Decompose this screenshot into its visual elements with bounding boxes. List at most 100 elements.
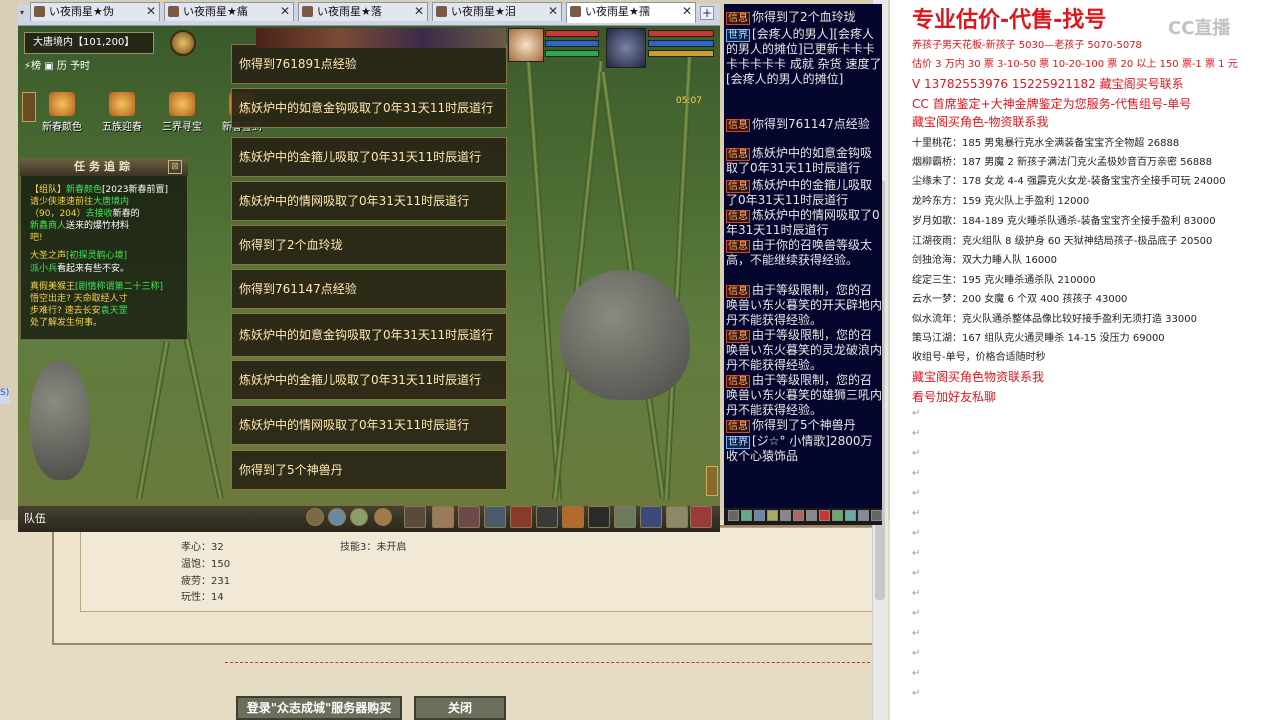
pet-icon[interactable] — [458, 506, 480, 528]
clear-icon[interactable] — [754, 510, 765, 521]
task-tracker-title: 任务追踪 — [20, 158, 188, 176]
func-treasure[interactable]: 三界寻宝 — [162, 92, 202, 133]
task-line[interactable]: 步难行? 速去长安袁天罡 — [30, 305, 188, 317]
tab-3[interactable]: い夜雨星★落 ✕ — [298, 2, 428, 21]
chat-channel-tag[interactable]: 世界 — [726, 436, 750, 449]
chat-message[interactable]: 世界 [会疼人的男人][会疼人的男人的摊位]已更新卡卡卡卡卡卡卡卡 成就 杂货 速… — [726, 27, 882, 87]
book-icon[interactable] — [640, 506, 662, 528]
chat-channel-tag[interactable]: 信息 — [726, 375, 750, 388]
task-line[interactable]: 真假美猴王[剧情称谓第二十三称] — [30, 281, 188, 293]
menu-row[interactable]: ⚡榜 ▣ 历 予时 — [24, 57, 184, 72]
party-icon[interactable] — [806, 510, 817, 521]
close-icon[interactable]: ✕ — [146, 3, 156, 20]
chat-channel-tag[interactable]: 信息 — [726, 420, 750, 433]
task-line[interactable]: 大圣之声[初探灵鹤心境] — [30, 250, 188, 262]
rank-icon[interactable] — [690, 506, 712, 528]
friend-icon[interactable] — [350, 508, 368, 526]
scroll-icon[interactable] — [666, 506, 688, 528]
task-text: 吧! — [30, 233, 43, 243]
player-portrait[interactable] — [606, 28, 646, 68]
chat-message[interactable]: 信息 由于等级限制，您的召唤兽い东火暮笑的灵龙破浪内丹不能获得经验。 — [726, 328, 882, 373]
collapse-arrow-icon[interactable] — [22, 92, 36, 122]
task-line[interactable]: 派小兵看起来有些不安。 — [30, 263, 188, 275]
chat-channel-tag[interactable]: 信息 — [726, 210, 750, 223]
chat-bubble-icon[interactable] — [374, 508, 392, 526]
new-tab-icon[interactable]: + — [700, 6, 714, 20]
emote-icon[interactable] — [328, 508, 346, 526]
task-line[interactable]: 处了解发生何事。 — [30, 317, 188, 329]
chat-message[interactable]: 信息 由于等级限制，您的召唤兽い东火暮笑的开天辟地内丹不能获得经验。 — [726, 283, 882, 328]
notes-line: 藏宝阁买角色物资联系我 — [912, 370, 1045, 384]
chat-message[interactable]: 信息 你得到了5个神兽丹 — [726, 418, 882, 433]
attack-icon[interactable] — [536, 506, 558, 528]
task-line[interactable]: 新鑫商人送来的爆竹材料 — [30, 220, 188, 232]
chat-channel-tag[interactable]: 信息 — [726, 148, 750, 161]
chat-message[interactable]: 信息 由于等级限制，您的召唤兽い东火暮笑的雄狮三吼内丹不能获得经验。 — [726, 373, 882, 418]
notes-line: CC 首席鉴定+大神金牌鉴定为您服务-代售组号-单号 — [912, 97, 1192, 111]
chat-message[interactable]: 信息 炼妖炉中的金箍儿吸取了0年31天11时辰道行 — [726, 178, 882, 208]
task-line[interactable]: （90，204）去接收新春的 — [30, 208, 188, 220]
task-line[interactable]: 请少侠速速前往大唐境内 — [30, 196, 188, 208]
pet-portrait[interactable] — [508, 28, 544, 62]
chat-message[interactable]: 信息 你得到761147点经验 — [726, 117, 882, 132]
menu-icon[interactable]: ▾ — [20, 8, 28, 17]
notes-line: 养孩子男天花板-新孩子 5030—老孩子 5070-5078 — [912, 40, 1142, 51]
team-icon[interactable] — [793, 510, 804, 521]
side-handle-icon[interactable] — [706, 466, 718, 496]
red-dot-icon[interactable] — [819, 510, 830, 521]
tab-4[interactable]: い夜雨星★泪 ✕ — [432, 2, 562, 21]
notes-line: 云水一梦：200 女魔 6 个双 400 孩孩子 43000 — [912, 294, 1128, 305]
tab-label: い夜雨星★落 — [317, 5, 382, 18]
mission-icon[interactable] — [562, 506, 584, 528]
close-icon[interactable]: ✕ — [682, 3, 692, 20]
tab-2[interactable]: い夜雨星★痛 ✕ — [164, 2, 294, 21]
skill-icon[interactable] — [484, 506, 506, 528]
chat-message[interactable]: 信息 炼妖炉中的如意金钩吸取了0年31天11时辰道行 — [726, 146, 882, 176]
notes-line: 十里桃花：185 男鬼暴行克水全满装备宝宝齐全物超 26888 — [912, 138, 1180, 149]
close-button[interactable]: 关闭 — [414, 696, 506, 720]
world-icon[interactable] — [780, 510, 791, 521]
team-icon[interactable] — [614, 506, 636, 528]
close-icon[interactable]: ✕ — [548, 3, 558, 20]
filter-icon[interactable] — [741, 510, 752, 521]
chat-channel-tag[interactable]: 信息 — [726, 285, 750, 298]
home-icon[interactable] — [845, 510, 856, 521]
yinyang-icon[interactable] — [588, 506, 610, 528]
tab-1[interactable]: い夜雨星★伪 ✕ — [30, 2, 160, 21]
lock-icon[interactable] — [728, 510, 739, 521]
chat-message[interactable]: 世界 [ジ☆° 小情歌]2800万收个心猿饰品 — [726, 434, 882, 464]
map-icon[interactable] — [832, 510, 843, 521]
chat-channel-tag[interactable]: 信息 — [726, 119, 750, 132]
settings-icon[interactable] — [858, 510, 869, 521]
reward-popup: 炼妖炉中的情网吸取了0年31天11时辰道行 — [231, 405, 507, 445]
chat-channel-tag[interactable]: 信息 — [726, 180, 750, 193]
bag-icon[interactable] — [404, 506, 426, 528]
chat-message[interactable]: 信息 由于你的召唤兽等级太高，不能继续获得经验。 — [726, 238, 882, 268]
collapse-icon[interactable]: ⊠ — [168, 160, 182, 174]
func-five-clans[interactable]: 五族迎春 — [102, 92, 142, 133]
channel-icon[interactable] — [767, 510, 778, 521]
task-line[interactable]: 吧! — [30, 232, 188, 244]
item-icon[interactable] — [510, 506, 532, 528]
close-icon[interactable]: ✕ — [280, 3, 290, 20]
login-server-button[interactable]: 登录"众志成城"服务器购买 — [236, 696, 402, 720]
character-icon[interactable] — [432, 506, 454, 528]
close-icon[interactable] — [871, 510, 882, 521]
compass-icon[interactable] — [170, 30, 196, 56]
task-line[interactable]: 【组队】新春颜色[2023新春前置] — [30, 184, 188, 196]
chat-message[interactable]: 信息 炼妖炉中的情网吸取了0年31天11时辰道行 — [726, 208, 882, 238]
task-text: 请少侠速速前往 — [30, 197, 94, 207]
close-icon[interactable]: ✕ — [414, 3, 424, 20]
chat-channel-tag[interactable]: 世界 — [726, 29, 750, 42]
chat-channel-tag[interactable]: 信息 — [726, 330, 750, 343]
team-label[interactable]: 队伍 — [24, 510, 46, 526]
task-line[interactable]: 悟空出走? 天命取经人寸 — [30, 293, 188, 305]
notes-line: 江湖夜雨：克火组队 8 级护身 60 天狱神结局孩子-极品底子 20500 — [912, 236, 1213, 247]
chat-channel-tag[interactable]: 信息 — [726, 12, 750, 25]
chat-message[interactable]: 信息 你得到了2个血玲珑 — [726, 10, 882, 25]
mic-icon[interactable] — [306, 508, 324, 526]
func-spring-color[interactable]: 新春颜色 — [42, 92, 82, 133]
chat-channel-tag[interactable]: 信息 — [726, 240, 750, 253]
tab-5[interactable]: い夜雨星★孺 ✕ — [566, 2, 696, 23]
side-marker: S) — [0, 388, 10, 404]
